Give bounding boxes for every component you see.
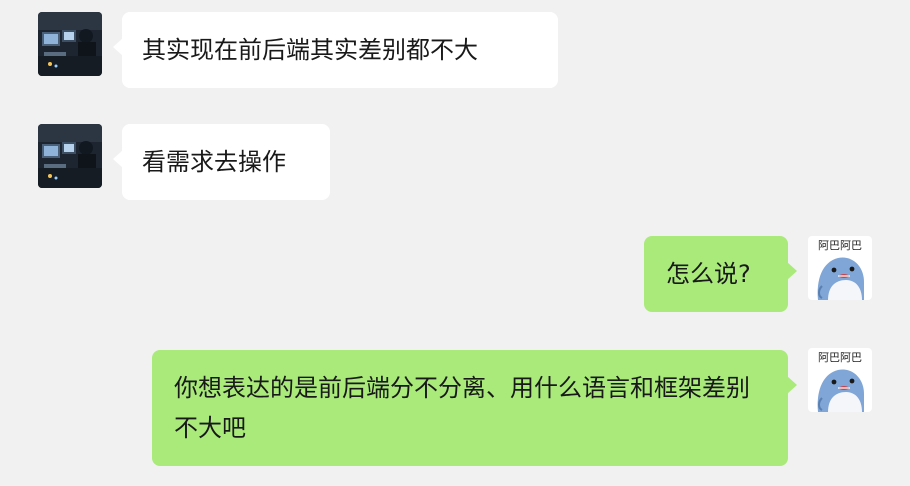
sticker-caption: 阿巴阿巴 bbox=[818, 351, 862, 364]
chat-view: 其实现在前后端其实差别都不大 看需求去操作 怎么说? 阿巴阿巴 你想表达的是前后… bbox=[0, 0, 910, 486]
message-bubble-incoming[interactable]: 看需求去操作 bbox=[113, 124, 330, 200]
message-text: 看需求去操作 bbox=[142, 148, 286, 176]
self-avatar[interactable]: 阿巴阿巴 bbox=[808, 348, 872, 412]
contact-avatar[interactable] bbox=[38, 124, 102, 188]
message-bubble-incoming[interactable]: 其实现在前后端其实差别都不大 bbox=[113, 12, 558, 88]
message-text: 怎么说? bbox=[666, 260, 751, 288]
message-bubble-outgoing[interactable]: 你想表达的是前后端分不分离、用什么语言和框架差别不大吧 bbox=[152, 350, 797, 466]
contact-avatar-image bbox=[38, 124, 102, 188]
message-bubble-outgoing[interactable]: 怎么说? bbox=[644, 236, 797, 312]
message-text: 其实现在前后端其实差别都不大 bbox=[142, 36, 478, 64]
message-text: 你想表达的是前后端分不分离、用什么语言和框架差别不大吧 bbox=[174, 374, 750, 442]
sticker-caption: 阿巴阿巴 bbox=[818, 239, 862, 252]
dolphin-sticker-icon: 阿巴阿巴 bbox=[808, 348, 872, 412]
dolphin-sticker-icon: 阿巴阿巴 bbox=[808, 236, 872, 300]
contact-avatar[interactable] bbox=[38, 12, 102, 76]
self-avatar[interactable]: 阿巴阿巴 bbox=[808, 236, 872, 300]
contact-avatar-image bbox=[38, 12, 102, 76]
